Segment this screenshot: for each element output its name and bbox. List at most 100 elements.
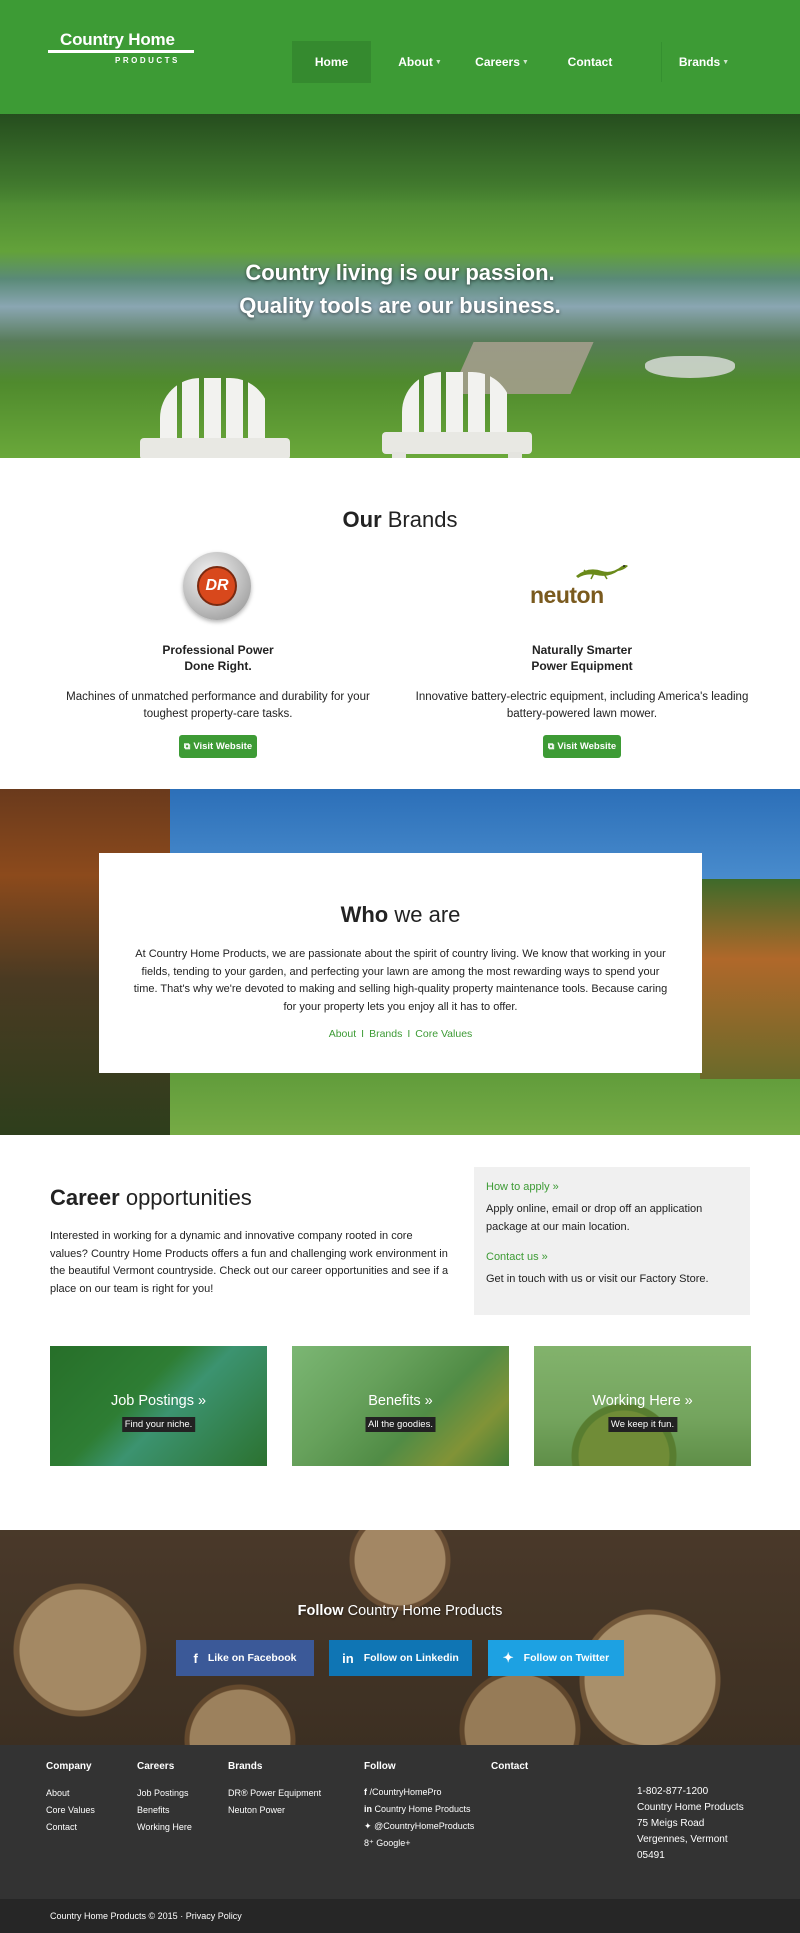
- how-to-apply-link[interactable]: How to apply »: [486, 1181, 559, 1193]
- neuton-logo-text: neuton: [530, 582, 604, 608]
- hero-headline: Country living is our passion. Quality t…: [0, 256, 800, 322]
- linkedin-button[interactable]: in Follow on Linkedin: [329, 1640, 472, 1676]
- nav-brands[interactable]: Brands ▼: [664, 41, 744, 83]
- footer-link-neuton[interactable]: Neuton Power: [228, 1804, 285, 1816]
- careers-title-rest: opportunities: [119, 1185, 252, 1210]
- footer-facebook-link[interactable]: f /CountryHomePro: [364, 1786, 442, 1798]
- tile-title: Working Here »: [592, 1393, 693, 1409]
- footer-link-benefits[interactable]: Benefits: [137, 1804, 170, 1816]
- newt-icon: [576, 565, 628, 580]
- nav-about[interactable]: About ▼: [380, 41, 460, 83]
- footer-facebook-label: /CountryHomePro: [369, 1787, 442, 1797]
- neuton-logo[interactable]: neuton: [530, 565, 640, 608]
- footer-twitter-link[interactable]: ✦ @CountryHomeProducts: [364, 1820, 474, 1832]
- footer-city: Vergennes, Vermont: [637, 1834, 728, 1845]
- who-title-bold: Who: [340, 902, 389, 927]
- brands-title-rest: Brands: [381, 507, 458, 532]
- twitter-icon: ✦: [364, 1821, 372, 1831]
- tile-subtitle: We keep it fun.: [607, 1417, 678, 1432]
- contact-text: Get in touch with us or visit our Factor…: [486, 1273, 709, 1285]
- benefits-tile[interactable]: Benefits » All the goodies.: [292, 1346, 509, 1466]
- footer-linkedin-link[interactable]: in Country Home Products: [364, 1803, 471, 1815]
- footer-contact-heading: Contact: [491, 1761, 529, 1772]
- dr-heading-line-1: Professional Power: [162, 643, 274, 657]
- footer-street: 75 Meigs Road: [637, 1818, 705, 1829]
- facebook-icon: f: [364, 1787, 367, 1797]
- dr-visit-website-button[interactable]: ⧉ Visit Website: [179, 735, 257, 758]
- footer-link-working-here[interactable]: Working Here: [137, 1821, 192, 1833]
- footer-phone: 1-802-877-1200: [637, 1786, 709, 1797]
- footer-link-about[interactable]: About: [46, 1787, 70, 1799]
- tile-title: Job Postings »: [110, 1393, 207, 1409]
- job-postings-tile[interactable]: Job Postings » Find your niche.: [50, 1346, 267, 1466]
- who-description: At Country Home Products, we are passion…: [133, 948, 668, 1013]
- working-here-tile[interactable]: Working Here » We keep it fun.: [534, 1346, 751, 1466]
- site-logo[interactable]: Country Home PRODUCTS: [48, 26, 198, 70]
- who-link-brands[interactable]: Brands: [369, 1028, 402, 1040]
- nav-home[interactable]: Home: [292, 41, 371, 83]
- nav-brands-label: Brands: [678, 55, 721, 69]
- hero-line-1: Country living is our passion.: [245, 260, 555, 285]
- footer-twitter-label: @CountryHomeProducts: [374, 1821, 475, 1831]
- chevron-down-icon: ▼: [722, 58, 730, 66]
- logo-sub-text: PRODUCTS: [115, 56, 180, 65]
- footer-link-dr[interactable]: DR® Power Equipment: [228, 1787, 321, 1799]
- footer-company-name: Country Home Products: [637, 1802, 744, 1813]
- who-link-core-values[interactable]: Core Values: [415, 1028, 472, 1040]
- dr-heading: Professional Power Done Right.: [118, 642, 318, 674]
- linkedin-icon: in: [364, 1804, 372, 1814]
- nav-contact[interactable]: Contact: [550, 41, 630, 83]
- dr-visit-website-label: Visit Website: [193, 741, 253, 752]
- google-plus-icon: 8⁺: [364, 1838, 374, 1848]
- nav-home-label: Home: [314, 55, 349, 69]
- external-link-icon: ⧉: [547, 741, 555, 751]
- dr-logo[interactable]: DR: [183, 552, 251, 620]
- footer-google-plus-link[interactable]: 8⁺ Google+: [364, 1837, 411, 1849]
- who-link-about[interactable]: About: [329, 1028, 356, 1040]
- brands-title: Our Brands: [0, 507, 800, 533]
- facebook-button[interactable]: f Like on Facebook: [176, 1640, 314, 1676]
- footer-link-core-values[interactable]: Core Values: [46, 1804, 95, 1816]
- careers-title: Career opportunities: [50, 1185, 252, 1211]
- follow-title-bold: Follow: [297, 1603, 344, 1619]
- contact-us-link[interactable]: Contact us »: [486, 1251, 548, 1263]
- hero-line-2: Quality tools are our business.: [239, 293, 561, 318]
- footer-careers-heading: Careers: [137, 1761, 175, 1772]
- footer-link-job-postings[interactable]: Job Postings: [137, 1787, 189, 1799]
- hero-treeline: [0, 114, 800, 204]
- neuton-heading-line-1: Naturally Smarter: [531, 643, 633, 657]
- follow-title: Follow Country Home Products: [0, 1603, 800, 1619]
- footer-link-contact[interactable]: Contact: [46, 1821, 77, 1833]
- follow-title-rest: Country Home Products: [343, 1603, 503, 1619]
- brands-title-bold: Our: [342, 507, 382, 532]
- logo-main-text: Country Home: [60, 30, 175, 49]
- careers-description: Interested in working for a dynamic and …: [50, 1230, 449, 1295]
- link-separator: I: [407, 1028, 411, 1040]
- who-links: About I Brands I Core Values: [99, 1028, 702, 1040]
- linkedin-button-label: Follow on Linkedin: [363, 1652, 459, 1664]
- neuton-visit-website-label: Visit Website: [557, 741, 617, 752]
- facebook-button-label: Like on Facebook: [207, 1652, 297, 1664]
- neuton-visit-website-button[interactable]: ⧉ Visit Website: [543, 735, 621, 758]
- neuton-heading-line-2: Power Equipment: [531, 659, 633, 673]
- tile-subtitle: All the goodies.: [365, 1417, 436, 1432]
- footer-google-plus-label: Google+: [376, 1838, 411, 1848]
- footer-company-heading: Company: [46, 1761, 92, 1772]
- who-title-rest: we are: [388, 902, 461, 927]
- nav-divider: [661, 42, 662, 82]
- footer-linkedin-label: Country Home Products: [374, 1804, 471, 1814]
- who-autumn-trees-right: [700, 879, 800, 1079]
- tile-subtitle: Find your niche.: [121, 1417, 196, 1432]
- twitter-icon: ✦: [502, 1650, 514, 1665]
- nav-careers[interactable]: Careers ▼: [462, 41, 542, 83]
- careers-title-bold: Career: [50, 1185, 120, 1210]
- dr-logo-text: DR: [197, 566, 237, 606]
- copyright-text: Country Home Products © 2015 · Privacy P…: [50, 1911, 242, 1921]
- footer-follow-heading: Follow: [364, 1761, 396, 1772]
- nav-careers-label: Careers: [475, 55, 520, 69]
- linkedin-icon: in: [342, 1650, 354, 1666]
- who-title: Who we are: [99, 902, 702, 928]
- footer-contact-info: 1-802-877-1200 Country Home Products 75 …: [637, 1784, 777, 1864]
- nav-about-label: About: [398, 55, 433, 69]
- twitter-button[interactable]: ✦ Follow on Twitter: [488, 1640, 624, 1676]
